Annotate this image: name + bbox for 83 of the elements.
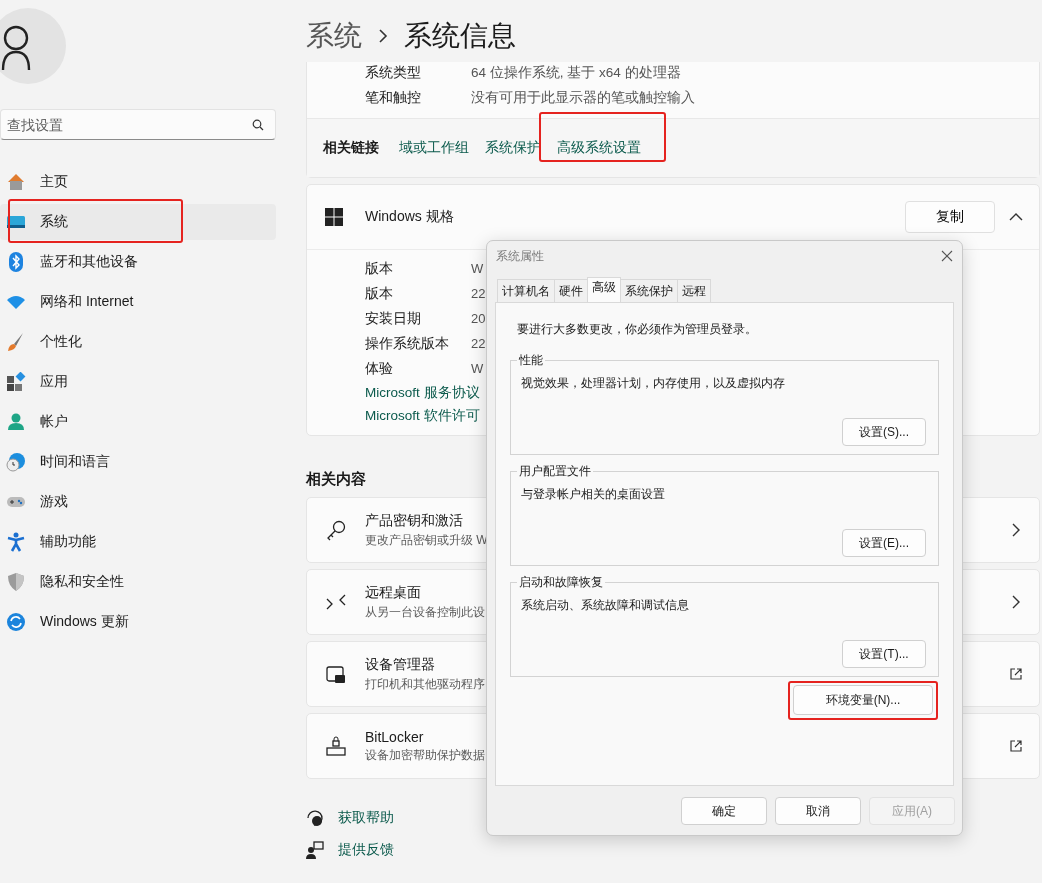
spec-value: 64 位操作系统, 基于 x64 的处理器 bbox=[471, 63, 681, 82]
spec-value: 20 bbox=[471, 311, 486, 326]
spec-value: W bbox=[471, 261, 484, 276]
breadcrumb-link[interactable]: 系统 bbox=[306, 17, 362, 55]
card-title: 设备管理器 bbox=[365, 655, 435, 674]
spec-label: 系统类型 bbox=[365, 63, 422, 82]
group-description: 视觉效果，处理器计划，内存使用，以及虚拟内存 bbox=[521, 375, 786, 392]
chevron-up-icon[interactable] bbox=[1009, 212, 1023, 222]
spec-label: 操作系统版本 bbox=[365, 334, 450, 353]
sidebar-item[interactable]: 应用 bbox=[0, 364, 276, 400]
related-links-label: 相关链接 bbox=[323, 139, 379, 157]
house-icon bbox=[6, 172, 26, 192]
windows-logo-icon bbox=[325, 208, 343, 226]
sidebar-item[interactable]: 蓝牙和其他设备 bbox=[0, 244, 276, 280]
page-title: 系统信息 bbox=[404, 19, 516, 53]
shield-icon bbox=[6, 572, 26, 592]
settings-button[interactable]: 设置(T)... bbox=[842, 640, 926, 668]
admin-notice: 要进行大多数更改，你必须作为管理员登录。 bbox=[517, 321, 758, 338]
spec-value: W bbox=[471, 361, 484, 376]
help-icon bbox=[306, 809, 324, 827]
avatar-icon bbox=[0, 8, 66, 84]
card-title: 远程桌面 bbox=[365, 583, 421, 602]
dialog-button[interactable]: 取消 bbox=[775, 797, 861, 825]
spec-value: 没有可用于此显示器的笔或触控输入 bbox=[471, 88, 695, 107]
spec-label: 版本 bbox=[365, 259, 394, 278]
key-icon bbox=[325, 519, 347, 541]
accessibility-icon bbox=[6, 532, 26, 552]
sidebar-item[interactable]: 游戏 bbox=[0, 484, 276, 520]
dialog-tab[interactable]: 高级 bbox=[587, 277, 621, 302]
spec-label: 体验 bbox=[365, 359, 394, 378]
lock-drive-icon bbox=[325, 735, 347, 757]
feedback-icon bbox=[306, 841, 324, 859]
sidebar-item[interactable]: 主页 bbox=[0, 164, 276, 200]
section-title: Windows 规格 bbox=[365, 208, 455, 226]
external-link-icon bbox=[1009, 667, 1023, 681]
agreement-link[interactable]: Microsoft 服务协议 bbox=[365, 383, 480, 402]
copy-button[interactable]: 复制 bbox=[905, 201, 995, 233]
spec-label: 笔和触控 bbox=[365, 88, 422, 107]
dialog-tab[interactable]: 远程 bbox=[677, 279, 711, 302]
group-title: 用户配置文件 bbox=[518, 463, 592, 480]
search-icon bbox=[252, 119, 264, 131]
dialog-tab[interactable]: 计算机名 bbox=[497, 279, 555, 302]
sidebar-item[interactable]: Windows 更新 bbox=[0, 604, 276, 640]
card-title: 产品密钥和激活 bbox=[365, 511, 463, 530]
related-link[interactable]: 域或工作组 bbox=[399, 140, 469, 155]
group-title: 性能 bbox=[518, 352, 544, 369]
group-title: 启动和故障恢复 bbox=[518, 574, 604, 591]
person-icon bbox=[6, 412, 26, 432]
apps-icon bbox=[6, 372, 26, 392]
spec-value: 22 bbox=[471, 336, 486, 351]
agreement-link[interactable]: Microsoft 软件许可 bbox=[365, 406, 480, 425]
bluetooth-icon bbox=[6, 252, 26, 272]
sidebar-item[interactable]: 网络和 Internet bbox=[0, 284, 276, 320]
spec-label: 安装日期 bbox=[365, 309, 422, 328]
card-title: BitLocker bbox=[365, 728, 424, 745]
chevron-right-icon bbox=[378, 29, 388, 43]
external-link-icon bbox=[1009, 739, 1023, 753]
section-heading: 相关内容 bbox=[306, 470, 366, 489]
group-description: 系统启动、系统故障和调试信息 bbox=[521, 597, 690, 614]
settings-button[interactable]: 设置(E)... bbox=[842, 529, 926, 557]
card-description: 设备加密帮助保护数据 bbox=[365, 746, 485, 764]
sidebar-item[interactable]: 帐户 bbox=[0, 404, 276, 440]
dialog-title: 系统属性 bbox=[496, 247, 544, 265]
refresh-icon bbox=[6, 612, 26, 632]
sidebar-item[interactable]: 个性化 bbox=[0, 324, 276, 360]
sidebar-item[interactable]: 隐私和安全性 bbox=[0, 564, 276, 600]
spec-label: 版本 bbox=[365, 284, 394, 303]
close-icon[interactable] bbox=[941, 250, 953, 262]
sidebar-item[interactable]: 辅助功能 bbox=[0, 524, 276, 560]
related-link[interactable]: 高级系统设置 bbox=[557, 140, 641, 155]
spec-value: 22 bbox=[471, 286, 486, 301]
environment-variables-button[interactable]: 环境变量(N)... bbox=[793, 685, 933, 715]
sidebar-item[interactable]: 时间和语言 bbox=[0, 444, 276, 480]
globe-clock-icon bbox=[6, 452, 26, 472]
help-link[interactable]: 获取帮助 bbox=[338, 809, 394, 827]
search-field[interactable]: 查找设置 bbox=[0, 109, 276, 140]
device-manager-icon bbox=[325, 663, 347, 685]
card-description: 从另一台设备控制此设 bbox=[365, 603, 485, 621]
settings-button[interactable]: 设置(S)... bbox=[842, 418, 926, 446]
dialog-button[interactable]: 确定 bbox=[681, 797, 767, 825]
card-description: 打印机和其他驱动程序 bbox=[365, 675, 485, 693]
group-description: 与登录帐户相关的桌面设置 bbox=[521, 486, 666, 503]
help-link[interactable]: 提供反馈 bbox=[338, 841, 394, 859]
